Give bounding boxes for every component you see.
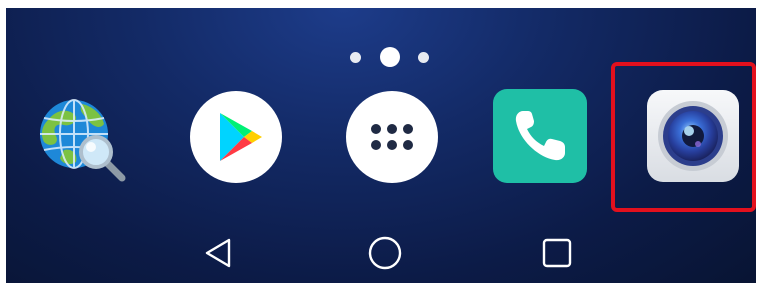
navigation-bar xyxy=(6,218,756,283)
recents-button[interactable] xyxy=(537,233,577,273)
page-dot-3 xyxy=(418,52,429,63)
back-button[interactable] xyxy=(198,233,238,273)
globe-magnifier-icon xyxy=(40,99,126,182)
camera-app-highlight-box xyxy=(611,62,756,212)
phone-app[interactable] xyxy=(493,89,587,183)
browser-globe-search-app[interactable] xyxy=(34,94,130,186)
page-dot-2-current xyxy=(380,47,400,67)
page-indicator xyxy=(346,46,436,68)
back-triangle-icon xyxy=(205,238,231,268)
app-drawer-dots-icon xyxy=(346,91,438,183)
play-store-icon xyxy=(190,91,282,183)
play-store-app[interactable] xyxy=(188,89,284,185)
home-button[interactable] xyxy=(365,233,405,273)
phone-handset-icon xyxy=(493,89,587,183)
recents-square-icon xyxy=(542,238,572,268)
home-circle-icon xyxy=(368,236,402,270)
page-dot-1 xyxy=(350,52,361,63)
app-drawer[interactable] xyxy=(344,89,440,185)
